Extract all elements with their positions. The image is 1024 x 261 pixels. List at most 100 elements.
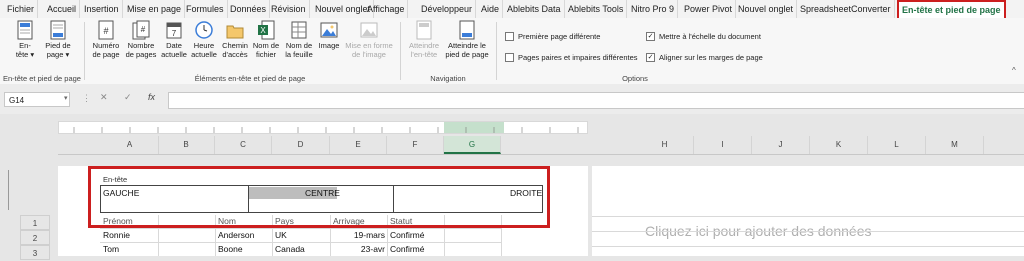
sheet-name-button[interactable]: Nom de la feuille bbox=[282, 20, 316, 59]
svg-text:7: 7 bbox=[172, 29, 177, 38]
grid-line bbox=[592, 216, 1024, 217]
row-header[interactable]: 1 bbox=[20, 215, 50, 230]
cell[interactable]: Ronnie bbox=[103, 229, 130, 242]
cell[interactable]: Boone bbox=[218, 243, 243, 256]
tab-3[interactable]: Mise en page bbox=[124, 0, 186, 18]
checkbox-checked[interactable]: ✓ bbox=[646, 31, 655, 41]
grid-line bbox=[592, 246, 1024, 247]
option-different-first-page[interactable]: Première page différente bbox=[505, 31, 600, 42]
tab-8[interactable]: Affichage bbox=[364, 0, 409, 18]
ruler-ticks bbox=[73, 122, 579, 133]
collapse-ribbon-icon[interactable]: ^ bbox=[1012, 66, 1016, 75]
current-time-button[interactable]: Heure actuelle bbox=[189, 20, 219, 59]
option-align-with-margins[interactable]: ✓ Aligner sur les marges de page bbox=[646, 52, 763, 63]
column-header[interactable]: B bbox=[158, 136, 215, 154]
page-number-button[interactable]: # Numéro de page bbox=[90, 20, 122, 59]
header-dropdown-button[interactable]: En- tête ▾ bbox=[12, 20, 38, 59]
cell[interactable]: Anderson bbox=[218, 229, 254, 242]
page-number-icon: # bbox=[98, 20, 114, 40]
option-scale-with-document[interactable]: ✓ Mettre à l'échelle du document bbox=[646, 31, 761, 42]
image-button[interactable]: Image bbox=[316, 20, 342, 50]
calendar-icon: 7 bbox=[166, 22, 182, 39]
tab-0[interactable]: Fichier bbox=[4, 0, 39, 18]
tab-5[interactable]: Données bbox=[227, 0, 271, 18]
column-header[interactable]: E bbox=[330, 136, 387, 154]
enter-icon[interactable]: ✓ bbox=[124, 92, 132, 103]
name-box-dropdown-icon[interactable]: ▾ bbox=[64, 94, 68, 102]
format-picture-button[interactable]: Mise en forme de l'image bbox=[343, 20, 395, 59]
tab-9[interactable]: Développeur bbox=[418, 0, 477, 18]
row-header[interactable]: 2 bbox=[20, 230, 50, 245]
tab-11[interactable]: Ablebits Data bbox=[504, 0, 565, 18]
cell[interactable]: Confirmé bbox=[390, 243, 424, 256]
tab-4[interactable]: Formules bbox=[183, 0, 228, 18]
cancel-icon[interactable]: ✕ bbox=[100, 92, 108, 103]
go-to-footer-button[interactable]: Atteindre le pied de page bbox=[444, 20, 490, 59]
tab-15[interactable]: Nouvel onglet bbox=[735, 0, 798, 18]
format-picture-icon bbox=[360, 22, 378, 38]
cell[interactable]: UK bbox=[275, 229, 287, 242]
column-header[interactable]: J bbox=[752, 136, 810, 154]
tab-10[interactable]: Aide bbox=[478, 0, 504, 18]
tab-17[interactable]: En-tête et pied de page bbox=[897, 0, 1006, 20]
go-to-header-icon bbox=[416, 20, 432, 40]
column-header[interactable]: H bbox=[636, 136, 694, 154]
checkbox-checked[interactable]: ✓ bbox=[646, 52, 655, 62]
highlight-frame bbox=[88, 166, 550, 228]
name-box[interactable]: G14 bbox=[4, 92, 70, 107]
tab-6[interactable]: Révision bbox=[268, 0, 310, 18]
insert-function-icon[interactable]: fx bbox=[148, 92, 155, 102]
column-header[interactable]: A bbox=[101, 136, 159, 154]
column-header[interactable]: C bbox=[215, 136, 272, 154]
column-header[interactable]: I bbox=[694, 136, 752, 154]
vertical-ruler bbox=[8, 170, 17, 210]
svg-text:#: # bbox=[141, 25, 146, 34]
cell[interactable]: Confirmé bbox=[390, 229, 424, 242]
file-name-button[interactable]: X Nom de fichier bbox=[251, 20, 281, 59]
checkbox[interactable] bbox=[505, 31, 514, 41]
tab-2[interactable]: Insertion bbox=[81, 0, 123, 18]
row-header[interactable]: 3 bbox=[20, 245, 50, 260]
file-path-button[interactable]: Chemin d'accès bbox=[220, 20, 250, 59]
cell[interactable]: Tom bbox=[103, 243, 119, 256]
grid-line bbox=[100, 228, 501, 229]
svg-text:#: # bbox=[103, 26, 108, 36]
column-header[interactable]: L bbox=[868, 136, 926, 154]
tab-1[interactable]: Accueil bbox=[44, 0, 81, 18]
svg-text:X: X bbox=[260, 26, 266, 35]
tab-14[interactable]: Power Pivot bbox=[681, 0, 737, 18]
option-different-odd-even[interactable]: Pages paires et impaires différentes bbox=[505, 52, 638, 63]
footer-icon bbox=[50, 20, 66, 40]
grid-line bbox=[592, 231, 1024, 232]
more-icon: ⋮ bbox=[82, 93, 91, 103]
clock-icon bbox=[195, 21, 213, 39]
page-count-button[interactable]: # Nombre de pages bbox=[124, 20, 158, 59]
current-date-button[interactable]: 7 Date actuelle bbox=[160, 20, 188, 59]
group-label-elements: Éléments en-tête et pied de page bbox=[194, 74, 306, 83]
header-icon bbox=[17, 20, 33, 40]
group-separator bbox=[84, 22, 85, 80]
go-to-footer-icon bbox=[459, 20, 475, 40]
checkbox[interactable] bbox=[505, 52, 514, 62]
ribbon: En- tête ▾ Pied de page ▾ En-tête et pie… bbox=[0, 18, 1024, 85]
column-header[interactable]: D bbox=[272, 136, 330, 154]
cell[interactable]: 23-avr bbox=[330, 243, 385, 256]
footer-dropdown-button[interactable]: Pied de page ▾ bbox=[42, 20, 74, 59]
folder-icon bbox=[226, 25, 244, 39]
group-separator bbox=[400, 22, 401, 80]
go-to-header-button[interactable]: Atteindre l'en-tête bbox=[405, 20, 443, 59]
picture-icon bbox=[320, 22, 338, 38]
column-header[interactable]: M bbox=[926, 136, 984, 154]
column-header[interactable]: K bbox=[810, 136, 868, 154]
tab-16[interactable]: SpreadsheetConverter bbox=[797, 0, 895, 18]
column-header[interactable]: F bbox=[387, 136, 444, 154]
empty-page-area[interactable] bbox=[592, 166, 1024, 256]
page-count-icon: # bbox=[132, 20, 150, 40]
column-header[interactable]: G bbox=[444, 136, 501, 154]
formula-input[interactable] bbox=[168, 92, 1024, 109]
tab-12[interactable]: Ablebits Tools bbox=[565, 0, 628, 18]
cell[interactable]: Canada bbox=[275, 243, 305, 256]
cell[interactable]: 19-mars bbox=[330, 229, 385, 242]
excel-file-icon: X bbox=[258, 20, 275, 40]
tab-13[interactable]: Nitro Pro 9 bbox=[628, 0, 679, 18]
